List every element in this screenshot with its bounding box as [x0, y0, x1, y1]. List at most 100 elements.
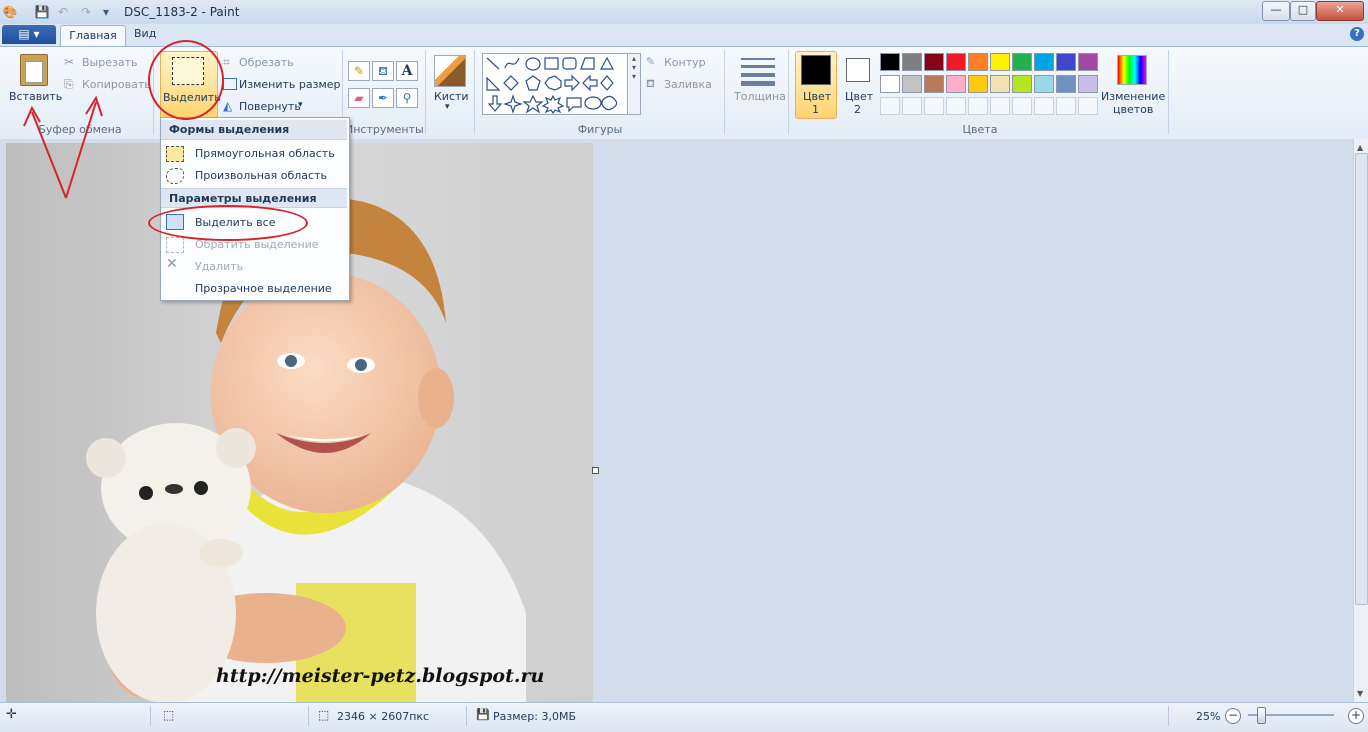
color2-label[interactable]: Цвет [845, 90, 873, 103]
menu-item-transparent-selection[interactable]: Прозрачное выделение [195, 282, 332, 295]
eraser-icon[interactable]: ▰ [348, 88, 370, 108]
minimize-button[interactable]: — [1262, 1, 1290, 21]
palette-swatch[interactable] [1034, 53, 1054, 71]
chevron-down-icon: ▾ [298, 100, 303, 110]
maximize-button[interactable]: □ [1290, 1, 1316, 21]
palette-swatch[interactable] [990, 53, 1010, 71]
window-title: DSC_1183-2 - Paint [124, 5, 240, 19]
close-button[interactable]: ✕ [1316, 1, 1364, 21]
palette-custom-slot[interactable] [924, 97, 944, 115]
size-button[interactable]: Толщина [734, 90, 786, 103]
palette-swatch[interactable] [902, 53, 922, 71]
outline-button[interactable]: Контур [664, 56, 706, 69]
scroll-thumb[interactable] [1355, 153, 1368, 605]
edit-colors-label: цветов [1113, 103, 1154, 116]
palette-swatch[interactable] [924, 53, 944, 71]
palette-custom-slot[interactable] [1034, 97, 1054, 115]
edit-colors-button[interactable]: Изменение [1101, 90, 1165, 103]
divider [425, 50, 426, 134]
annotation-arrows [23, 95, 103, 199]
edit-colors-icon[interactable] [1117, 55, 1147, 85]
shapes-group-label: Фигуры [577, 123, 623, 136]
divider [724, 50, 725, 134]
crop-button[interactable]: Обрезать [239, 56, 294, 69]
color1-swatch [801, 55, 831, 85]
crop-icon: ⌗ [223, 55, 230, 69]
file-size: Размер: 3,0МБ [493, 710, 577, 723]
invert-selection-icon [166, 237, 184, 253]
zoom-in-button[interactable]: + [1348, 708, 1364, 724]
menu-item-rectangle-selection[interactable]: Прямоугольная область [195, 147, 335, 160]
scroll-down-icon[interactable]: ▼ [1357, 689, 1363, 698]
palette-swatch[interactable] [1056, 53, 1076, 71]
divider [1168, 706, 1169, 726]
zoom-out-button[interactable]: − [1225, 708, 1241, 724]
resize-button[interactable]: Изменить размер [239, 78, 341, 91]
palette-custom-slot[interactable] [946, 97, 966, 115]
resize-icon [223, 78, 237, 90]
brush-icon[interactable] [434, 55, 466, 87]
image-dimensions: 2346 × 2607пкс [337, 710, 430, 723]
palette-swatch[interactable] [902, 75, 922, 93]
rectangle-selection-icon [166, 146, 184, 162]
color-picker-icon[interactable]: ✒ [372, 88, 394, 108]
palette-swatch[interactable] [880, 53, 900, 71]
palette-swatch[interactable] [946, 75, 966, 93]
palette-custom-slot[interactable] [968, 97, 988, 115]
palette-swatch[interactable] [880, 75, 900, 93]
color2-swatch[interactable] [846, 58, 870, 82]
palette-swatch[interactable] [968, 75, 988, 93]
menu-item-delete[interactable]: Удалить [195, 260, 243, 273]
brushes-button[interactable]: Кисти [434, 90, 469, 103]
palette-custom-slot[interactable] [1078, 97, 1098, 115]
watermark-text: http://meister-petz.blogspot.ru [216, 665, 545, 687]
palette-swatch[interactable] [1012, 75, 1032, 93]
shapes-scrollbar[interactable]: ▴ ▾ ▾ [627, 53, 641, 115]
palette-swatch[interactable] [1078, 53, 1098, 71]
annotation-ellipse-select-all [148, 205, 308, 241]
zoom-slider-thumb[interactable] [1257, 707, 1266, 724]
free-form-selection-icon [166, 168, 184, 184]
divider [788, 50, 789, 134]
menu-item-free-form-selection[interactable]: Произвольная область [195, 169, 327, 182]
shapes-icons [486, 56, 618, 114]
colors-group-label: Цвета [962, 123, 998, 136]
menu-header-selection-shapes: Формы выделения [161, 120, 347, 140]
palette-custom-slot[interactable] [902, 97, 922, 115]
image-size-icon: ⬚ [318, 708, 330, 722]
rotate-icon: ◭ [223, 99, 233, 113]
outline-icon: ✎ [646, 55, 656, 68]
zoom-level: 25% [1196, 710, 1221, 723]
annotation-ellipse-select [148, 40, 224, 120]
palette-custom-slot[interactable] [990, 97, 1010, 115]
vertical-scrollbar[interactable]: ▲ ▼ [1353, 139, 1368, 702]
color2-number: 2 [854, 103, 861, 116]
help-icon[interactable]: ? [1350, 27, 1364, 41]
palette-custom-slot[interactable] [1012, 97, 1032, 115]
color-palette [880, 53, 1100, 117]
scroll-up-icon[interactable]: ▲ [1357, 143, 1363, 152]
palette-swatch[interactable] [924, 75, 944, 93]
fill-button[interactable]: Заливка [664, 78, 712, 91]
fill-bucket-icon[interactable]: ⛾ [372, 61, 394, 81]
palette-custom-slot[interactable] [880, 97, 900, 115]
divider [308, 706, 309, 726]
palette-swatch[interactable] [1056, 75, 1076, 93]
palette-swatch[interactable] [968, 53, 988, 71]
shapes-gallery[interactable] [482, 53, 628, 115]
size-icon[interactable] [741, 56, 775, 86]
palette-swatch[interactable] [946, 53, 966, 71]
resize-handle[interactable] [592, 467, 599, 474]
palette-swatch[interactable] [1078, 75, 1098, 93]
disk-icon: 💾 [476, 708, 490, 721]
palette-swatch[interactable] [1034, 75, 1054, 93]
magnifier-icon[interactable]: ⚲ [396, 88, 418, 108]
palette-custom-slot[interactable] [1056, 97, 1076, 115]
pencil-icon[interactable]: ✎ [348, 61, 370, 81]
text-tool-icon[interactable]: A [396, 61, 418, 81]
palette-swatch[interactable] [1012, 53, 1032, 71]
palette-swatch[interactable] [990, 75, 1010, 93]
divider [1168, 50, 1169, 134]
rotate-button[interactable]: Повернуть [239, 100, 301, 113]
delete-icon: ✕ [166, 256, 178, 272]
